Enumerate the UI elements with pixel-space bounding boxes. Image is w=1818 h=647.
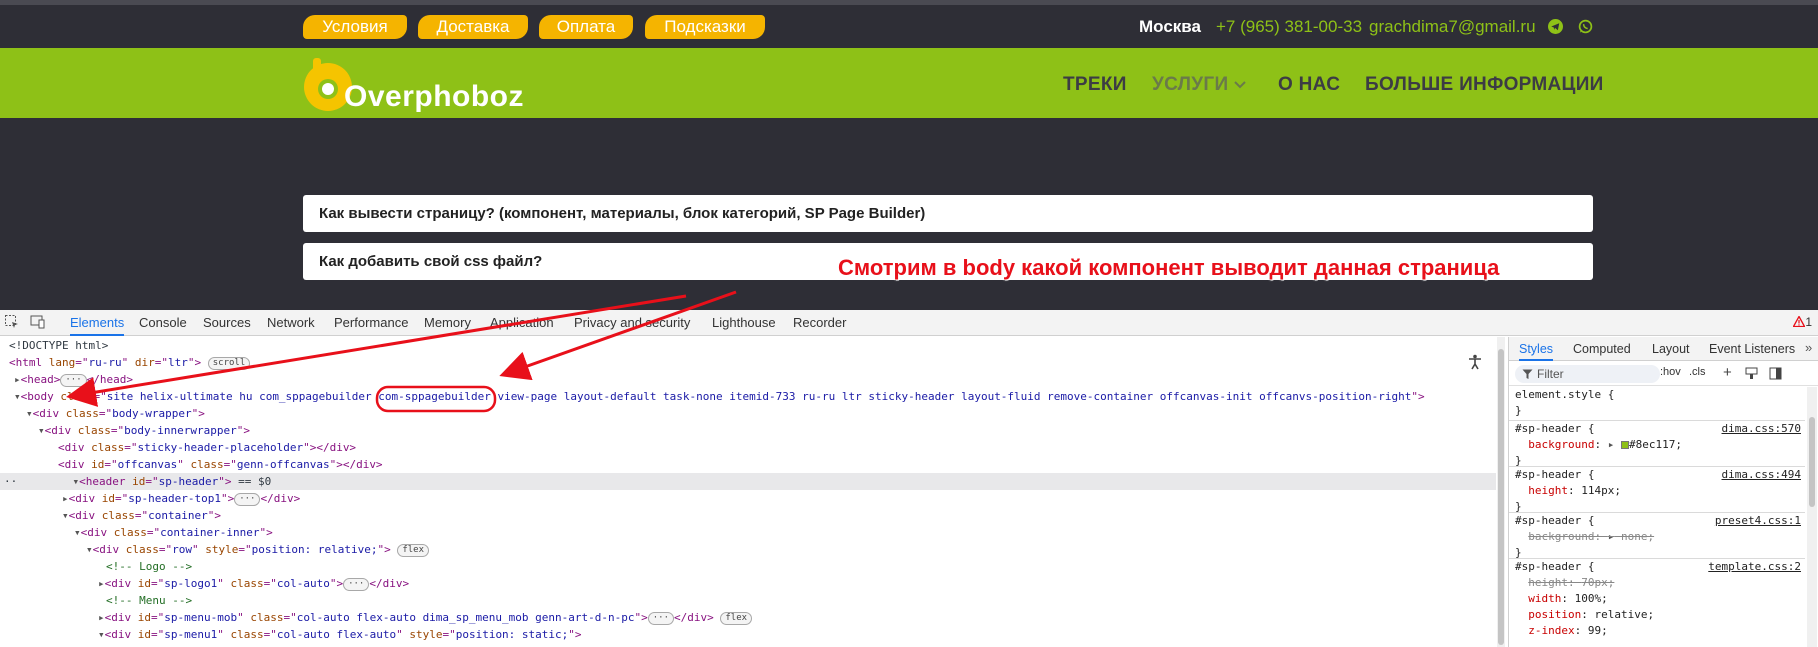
- color-format-icon[interactable]: [1745, 367, 1758, 383]
- tab-memory[interactable]: Memory: [424, 310, 471, 336]
- elements-scrollbar[interactable]: [1497, 337, 1505, 647]
- dom-comment-logo[interactable]: <!-- Logo -->: [0, 558, 1496, 575]
- dom-doctype[interactable]: <!DOCTYPE html>: [0, 337, 1496, 354]
- mainnav-services[interactable]: УСЛУГИ: [1152, 74, 1228, 96]
- style-rule-element[interactable]: element.style { }: [1509, 387, 1805, 421]
- hov-toggle[interactable]: :hov: [1660, 366, 1681, 378]
- devtools-tabbar: Elements Console Sources Network Perform…: [0, 310, 1818, 336]
- tab-application[interactable]: Application: [490, 310, 554, 336]
- topnav-payment[interactable]: Оплата: [539, 15, 633, 39]
- dom-header-top[interactable]: ▸<div id="sp-header-top1"> ··· </div>: [0, 490, 1496, 507]
- dom-row[interactable]: ▾<div class="row" style="position: relat…: [0, 541, 1496, 558]
- annotation-text: Смотрим в body какой компонент выводит д…: [838, 255, 1500, 280]
- whatsapp-icon[interactable]: [1578, 19, 1593, 39]
- accessibility-icon[interactable]: [1467, 354, 1483, 375]
- style-rule-dima-494[interactable]: #sp-header {dima.css:494 height: 114px; …: [1509, 467, 1805, 513]
- dom-header-selected[interactable]: ·· ▾<header id="sp-header"> == $0: [0, 473, 1496, 490]
- toggle-sidebar-icon[interactable]: [1769, 367, 1782, 383]
- expand-triangle-icon[interactable]: ▸: [14, 373, 21, 386]
- tab-network[interactable]: Network: [267, 310, 315, 336]
- tab-styles[interactable]: Styles: [1519, 337, 1554, 361]
- chevron-down-icon[interactable]: [1233, 78, 1247, 96]
- dom-container[interactable]: ▾<div class="container">: [0, 507, 1496, 524]
- mainnav-tracks[interactable]: ТРЕКИ: [1063, 74, 1127, 96]
- logo-text[interactable]: Overphoboz: [344, 80, 524, 114]
- styles-tabbar: Styles Computed Layout Event Listeners »: [1509, 337, 1818, 361]
- tab-sources[interactable]: Sources: [203, 310, 251, 336]
- add-rule-icon[interactable]: +: [1723, 364, 1732, 381]
- dom-offcanvas[interactable]: <div id="offcanvas" class="genn-offcanva…: [0, 456, 1496, 473]
- mainnav-more-info[interactable]: БОЛЬШЕ ИНФОРМАЦИИ: [1365, 74, 1604, 96]
- dom-head-node[interactable]: ▸<head> ··· </head>: [0, 371, 1496, 388]
- source-link[interactable]: preset4.css:1: [1715, 513, 1801, 529]
- styles-scrollbar[interactable]: [1807, 387, 1817, 647]
- ellipsis-badge[interactable]: ···: [60, 374, 87, 387]
- tab-performance[interactable]: Performance: [334, 310, 408, 336]
- tab-elements[interactable]: Elements: [70, 310, 125, 336]
- dom-menu-mob[interactable]: ▸<div id="sp-menu-mob" class="col-auto f…: [0, 609, 1496, 626]
- tab-computed[interactable]: Computed: [1573, 337, 1631, 361]
- styles-toolbar: Filter :hov .cls +: [1509, 362, 1818, 386]
- style-rule-dima-570[interactable]: #sp-header {dima.css:570 background: ▸ #…: [1509, 421, 1805, 467]
- warning-count: 1: [1805, 315, 1812, 329]
- dom-container-inner[interactable]: ▾<div class="container-inner">: [0, 524, 1496, 541]
- phone-link[interactable]: +7 (965) 381-00-33: [1216, 17, 1362, 37]
- styles-filter-input[interactable]: Filter: [1515, 365, 1660, 383]
- faq-card-page-output[interactable]: Как вывести страницу? (компонент, матери…: [303, 195, 1593, 232]
- more-tabs-icon[interactable]: »: [1805, 340, 1812, 355]
- topnav-conditions[interactable]: Условия: [303, 15, 407, 39]
- devtools-panel: Elements Console Sources Network Perform…: [0, 310, 1818, 647]
- style-rule-preset4[interactable]: #sp-header {preset4.css:1 background: ▸ …: [1509, 513, 1805, 559]
- source-link[interactable]: template.css:2: [1708, 559, 1801, 575]
- device-toolbar-icon[interactable]: [30, 314, 46, 330]
- topnav-delivery[interactable]: Доставка: [418, 15, 528, 39]
- dom-body-node[interactable]: ▾<body class="site helix-ultimate hu com…: [0, 388, 1496, 405]
- tab-lighthouse[interactable]: Lighthouse: [712, 310, 776, 336]
- tab-event-listeners[interactable]: Event Listeners: [1709, 337, 1795, 361]
- city-label: Москва: [1139, 17, 1201, 36]
- top-bar: Условия Доставка Оплата Подсказки Москва…: [0, 5, 1818, 48]
- telegram-icon[interactable]: [1548, 19, 1563, 39]
- dom-menu1[interactable]: ▾<div id="sp-menu1" class="col-auto flex…: [0, 626, 1496, 643]
- scroll-badge[interactable]: scroll: [207, 357, 251, 370]
- dom-body-innerwrapper[interactable]: ▾<div class="body-innerwrapper">: [0, 422, 1496, 439]
- dom-logo[interactable]: ▸<div id="sp-logo1" class="col-auto"> ···…: [0, 575, 1496, 592]
- dom-sticky-placeholder[interactable]: <div class="sticky-header-placeholder"><…: [0, 439, 1496, 456]
- dom-body-wrapper[interactable]: ▾<div class="body-wrapper">: [0, 405, 1496, 422]
- dom-comment-menu[interactable]: <!-- Menu -->: [0, 592, 1496, 609]
- source-link[interactable]: dima.css:494: [1722, 467, 1801, 483]
- tab-console[interactable]: Console: [139, 310, 187, 336]
- tab-layout[interactable]: Layout: [1652, 337, 1690, 361]
- warning-counter[interactable]: 1: [1792, 315, 1812, 329]
- filter-icon: [1522, 369, 1533, 379]
- inspect-element-icon[interactable]: [4, 314, 20, 330]
- style-rule-template[interactable]: #sp-header {template.css:2 height: 70px;…: [1509, 559, 1805, 647]
- body-class-highlight[interactable]: com-sppagebuilder: [378, 390, 491, 403]
- elements-tree[interactable]: <!DOCTYPE html> <html lang="ru-ru" dir="…: [0, 337, 1496, 647]
- styles-pane: Styles Computed Layout Event Listeners »…: [1508, 337, 1818, 647]
- flex-badge[interactable]: flex: [397, 544, 430, 557]
- email-link[interactable]: grachdima7@gmail.ru: [1369, 17, 1536, 37]
- color-swatch[interactable]: [1620, 441, 1629, 449]
- source-link[interactable]: dima.css:570: [1722, 421, 1801, 437]
- collapse-triangle-icon[interactable]: ▾: [14, 390, 21, 403]
- warning-icon: [1792, 315, 1806, 328]
- topnav-tips[interactable]: Подсказки: [645, 15, 765, 39]
- mainnav-about[interactable]: О НАС: [1278, 74, 1340, 96]
- website-viewport: Условия Доставка Оплата Подсказки Москва…: [0, 0, 1818, 310]
- tab-privacy-security[interactable]: Privacy and security: [574, 310, 690, 336]
- dom-html-node[interactable]: <html lang="ru-ru" dir="ltr"> scroll: [0, 354, 1496, 371]
- cls-toggle[interactable]: .cls: [1689, 366, 1706, 378]
- tab-recorder[interactable]: Recorder: [793, 310, 846, 336]
